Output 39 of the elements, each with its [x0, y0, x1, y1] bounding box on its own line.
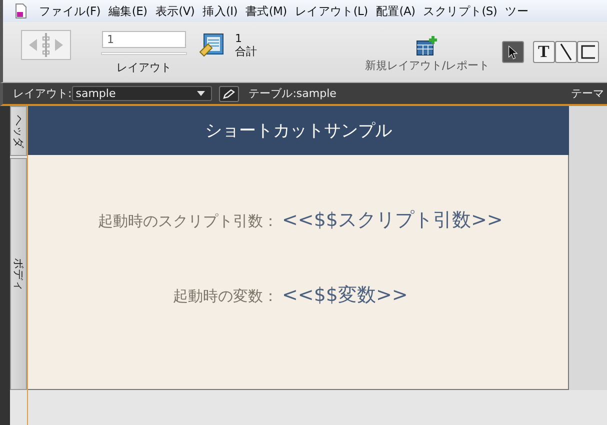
- table-label: テーブル:sample: [248, 86, 336, 101]
- part-tab[interactable]: ヘッダ: [10, 106, 27, 156]
- theme-label: テーマ: [571, 86, 604, 101]
- records-ruler-icon: [199, 32, 225, 58]
- merge-variable: <<$$スクリプト引数>>: [282, 208, 503, 233]
- edit-button[interactable]: [218, 86, 239, 102]
- pointer-icon: [507, 44, 518, 60]
- document-icon: [13, 3, 29, 19]
- text-tool[interactable]: T: [532, 41, 555, 63]
- menu-item[interactable]: 編集(E): [104, 4, 152, 18]
- menu-item[interactable]: ツー: [501, 4, 532, 18]
- menu-item[interactable]: 書式(M): [241, 4, 291, 18]
- new-table-icon[interactable]: [416, 36, 438, 56]
- header-title: ショートカットサンプル: [205, 120, 392, 142]
- menu-item[interactable]: ファイル(F): [35, 4, 104, 18]
- layout-label: レイアウト: [116, 60, 172, 75]
- layout-dropdown[interactable]: sample: [72, 86, 212, 101]
- part-label: ボディ: [11, 258, 26, 290]
- caret-icon: [196, 91, 205, 96]
- menu-item[interactable]: 挿入(I): [198, 4, 242, 18]
- menu-item[interactable]: 表示(V): [151, 4, 199, 18]
- line-icon: [558, 43, 573, 61]
- part-tab[interactable]: ボディ: [10, 158, 27, 390]
- found-count: 1: [235, 32, 243, 45]
- layout-label: レイアウト:: [13, 86, 72, 101]
- merge-variable: <<$$変数>>: [282, 283, 408, 308]
- menu-item[interactable]: 配置(A): [372, 4, 420, 18]
- menu-item[interactable]: スクリプト(S): [419, 4, 502, 18]
- part-label: ヘッダ: [11, 114, 26, 148]
- field-label: 起動時の変数：: [172, 287, 279, 306]
- total-label: 合計: [235, 45, 257, 58]
- new-layout-label[interactable]: 新規レイアウト/レポート: [365, 58, 490, 73]
- menu-item[interactable]: レイアウト(L): [290, 4, 372, 18]
- pointer-tool[interactable]: [502, 41, 524, 63]
- rectangle-tool[interactable]: [576, 41, 599, 63]
- pencil-icon: [222, 88, 236, 98]
- field-label: 起動時のスクリプト引数：: [97, 212, 279, 231]
- line-tool[interactable]: [554, 41, 577, 63]
- record-field[interactable]: 1: [102, 31, 186, 48]
